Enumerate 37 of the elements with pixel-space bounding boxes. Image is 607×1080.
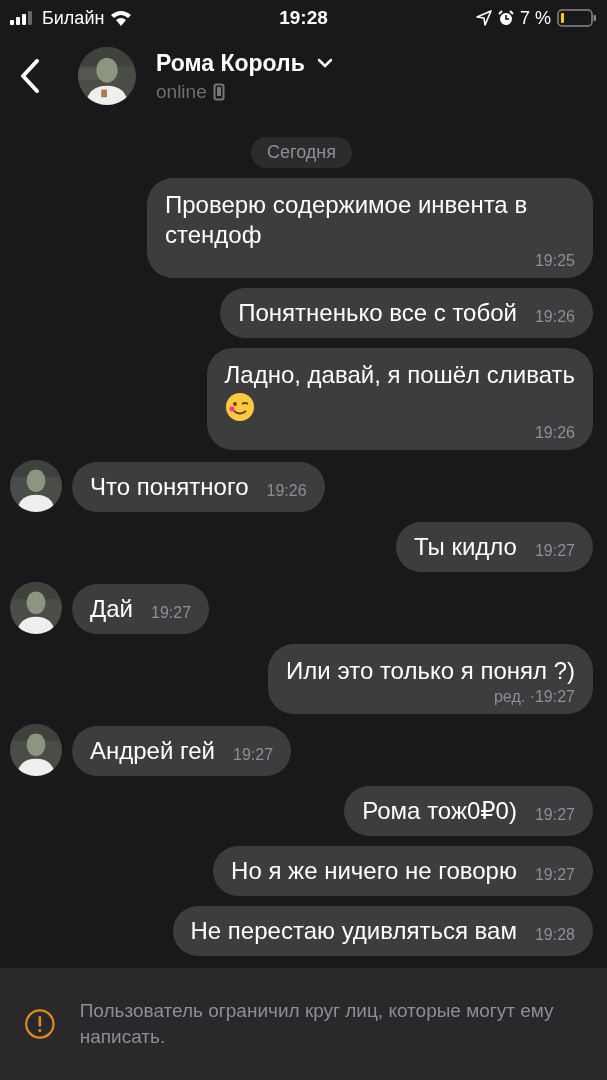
message-text: Рома тож0₽0)	[362, 796, 517, 826]
message-text: Не перестаю удивляться вам	[190, 916, 517, 946]
message-time: 19:25	[534, 252, 575, 271]
battery-icon	[557, 9, 597, 27]
contact-name[interactable]: Рома Король	[156, 49, 305, 77]
message-time: 19:27	[151, 604, 192, 623]
message-text: Проверю содержимое инвента в стендоф	[165, 190, 529, 250]
message-time: 19:26	[266, 482, 307, 501]
wifi-icon	[110, 10, 133, 26]
date-pill: Сегодня	[251, 137, 352, 168]
message-time: 19:26	[534, 308, 575, 327]
message-text: Ладно, давай, я пошёл сливать	[224, 360, 575, 390]
online-status: online	[156, 80, 207, 103]
alarm-icon	[497, 10, 514, 26]
clock-time: 19:28	[279, 7, 328, 29]
message-time: 19:28	[534, 926, 575, 945]
message-time: 19:27	[534, 542, 575, 561]
battery-percent: 7 %	[519, 7, 551, 29]
message-text: Ты кидло	[413, 532, 517, 562]
message-time: 19:27	[233, 746, 274, 765]
message-text: Дай	[90, 594, 133, 624]
back-icon[interactable]	[20, 59, 40, 93]
chevron-down-icon[interactable]	[316, 58, 333, 68]
message-text: Понятненько все с тобой	[238, 298, 517, 328]
message-text: Что понятного	[90, 472, 249, 502]
message-time: 19:27	[534, 806, 575, 825]
message-text: Андрей гей	[90, 736, 215, 766]
message-text: Или это только я понял ?)	[286, 656, 575, 686]
message-time: ред. ·19:27	[493, 688, 575, 707]
message-time: 19:26	[534, 424, 575, 443]
message-time: 19:27	[534, 866, 575, 885]
location-icon	[475, 10, 492, 26]
restriction-notice: Пользователь ограничил круг лиц, которые могут ему написать.	[79, 999, 555, 1049]
warning-icon	[24, 1006, 56, 1042]
carrier-name: Билайн	[42, 7, 105, 29]
message-text: Но я же ничего не говорю	[231, 856, 517, 886]
phone-icon	[212, 82, 225, 101]
